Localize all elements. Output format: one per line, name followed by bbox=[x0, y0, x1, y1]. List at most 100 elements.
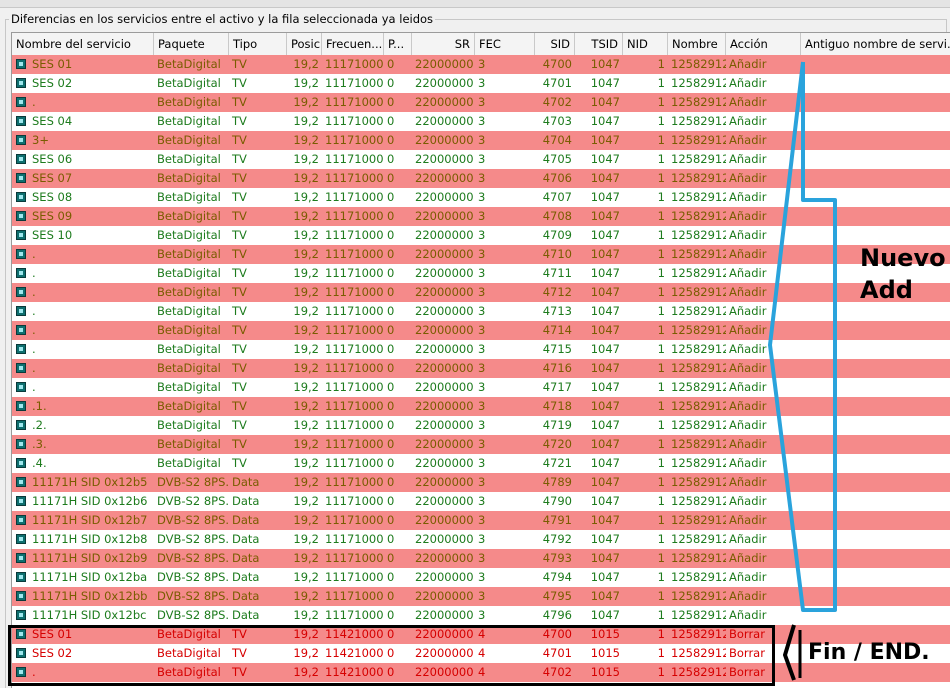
column-header-name[interactable]: Nombre del servicio bbox=[12, 33, 154, 55]
cell-fec: 3 bbox=[478, 171, 486, 185]
cell-fec: 3 bbox=[478, 399, 486, 413]
table-row[interactable]: . BetaDigital TV 19,2 11171000 0 22000000 3 4711… bbox=[12, 264, 950, 283]
table-row[interactable]: SES 10 BetaDigital TV 19,2 11171000 0 22000000… bbox=[12, 226, 950, 245]
cell-pos: 19,2 bbox=[293, 494, 319, 508]
table-row[interactable]: SES 08 BetaDigital TV 19,2 11171000 0 22000000… bbox=[12, 188, 950, 207]
tv-service-icon bbox=[16, 363, 26, 373]
cell-type: TV bbox=[232, 437, 247, 451]
cell-nombre: 12582912 bbox=[671, 114, 726, 128]
table-row[interactable]: SES 02 BetaDigital TV 19,2 11171000 0 22000000… bbox=[12, 74, 950, 93]
cell-pos: 19,2 bbox=[293, 551, 319, 565]
table-row[interactable]: 11171H SID 0x12b6 DVB-S2 8PS... Data 19,2 11… bbox=[12, 492, 950, 511]
cell-type: TV bbox=[232, 266, 247, 280]
table-row[interactable]: SES 07 BetaDigital TV 19,2 11171000 0 22000000… bbox=[12, 169, 950, 188]
cell-sid: 4721 bbox=[542, 456, 572, 470]
table-row[interactable]: . BetaDigital TV 19,2 11171000 0 22000000 3 4715… bbox=[12, 340, 950, 359]
cell-old bbox=[801, 511, 950, 530]
cell-type: TV bbox=[232, 152, 247, 166]
cell-sid: 4703 bbox=[542, 114, 572, 128]
cell-nombre: 12582912 bbox=[671, 190, 726, 204]
cell-type: TV bbox=[232, 418, 247, 432]
table-row[interactable]: . BetaDigital TV 19,2 11171000 0 22000000 3 4702… bbox=[12, 93, 950, 112]
annotation-fin-end: Fin / END. bbox=[808, 640, 930, 665]
cell-sr: 22000000 bbox=[415, 399, 474, 413]
cell-name: SES 04 bbox=[32, 114, 73, 128]
cell-pos: 19,2 bbox=[293, 95, 319, 109]
table-row[interactable]: SES 06 BetaDigital TV 19,2 11171000 0 22000000… bbox=[12, 150, 950, 169]
table-row[interactable]: 11171H SID 0x12ba DVB-S2 8PS... Data 19,2 11… bbox=[12, 568, 950, 587]
column-header-action[interactable]: Acción bbox=[726, 33, 801, 55]
cell-pos: 19,2 bbox=[293, 532, 319, 546]
table-row[interactable]: . BetaDigital TV 19,2 11171000 0 22000000 3 4716… bbox=[12, 359, 950, 378]
cell-pkg: BetaDigital bbox=[157, 380, 221, 394]
cell-type: TV bbox=[232, 399, 247, 413]
tv-service-icon bbox=[16, 78, 26, 88]
services-grid[interactable]: Nombre del servicioPaqueteTipoPosici...F… bbox=[11, 32, 950, 688]
table-row[interactable]: SES 04 BetaDigital TV 19,2 11171000 0 22000000… bbox=[12, 112, 950, 131]
table-row[interactable]: . BetaDigital TV 19,2 11171000 0 22000000 3 4712… bbox=[12, 283, 950, 302]
cell-name: .3. bbox=[32, 437, 47, 451]
cell-nombre: 12582912 bbox=[671, 361, 726, 375]
cell-fec: 3 bbox=[478, 209, 486, 223]
table-row[interactable]: . BetaDigital TV 19,2 11171000 0 22000000 3 4717… bbox=[12, 378, 950, 397]
cell-action: Añadir bbox=[729, 152, 767, 166]
cell-nid: 1 bbox=[657, 494, 665, 508]
table-row[interactable]: . BetaDigital TV 19,2 11171000 0 22000000 3 4710… bbox=[12, 245, 950, 264]
cell-name: . bbox=[32, 285, 36, 299]
column-header-fec[interactable]: FEC bbox=[475, 33, 535, 55]
cell-sid: 4706 bbox=[542, 171, 572, 185]
table-row[interactable]: SES 09 BetaDigital TV 19,2 11171000 0 22000000… bbox=[12, 207, 950, 226]
cell-freq: 11171000 bbox=[325, 171, 384, 185]
cell-name: 11171H SID 0x12b5 bbox=[32, 475, 148, 489]
column-header-p[interactable]: P... bbox=[384, 33, 412, 55]
table-row[interactable]: .3. BetaDigital TV 19,2 11171000 0 22000000 3 47… bbox=[12, 435, 950, 454]
cell-p: 0 bbox=[387, 342, 395, 356]
column-header-type[interactable]: Tipo bbox=[229, 33, 287, 55]
table-row[interactable]: . BetaDigital TV 19,2 11171000 0 22000000 3 4713… bbox=[12, 302, 950, 321]
column-header-sr[interactable]: SR bbox=[412, 33, 475, 55]
cell-name: .2. bbox=[32, 418, 47, 432]
cell-sid: 4704 bbox=[542, 133, 572, 147]
cell-pkg: BetaDigital bbox=[157, 228, 221, 242]
cell-pos: 19,2 bbox=[293, 456, 319, 470]
cell-sid: 4711 bbox=[542, 266, 572, 280]
table-row[interactable]: 11171H SID 0x12b8 DVB-S2 8PS... Data 19,2 11… bbox=[12, 530, 950, 549]
column-header-freq[interactable]: Frecuen... bbox=[322, 33, 384, 55]
cell-tsid: 1047 bbox=[590, 456, 620, 470]
cell-name: . bbox=[32, 342, 36, 356]
cell-sid: 4705 bbox=[542, 152, 572, 166]
cell-freq: 11171000 bbox=[325, 247, 384, 261]
cell-nombre: 12582912 bbox=[671, 247, 726, 261]
cell-tsid: 1047 bbox=[590, 608, 620, 622]
table-row[interactable]: 11171H SID 0x12bc DVB-S2 8PS... Data 19,2 11… bbox=[12, 606, 950, 625]
tv-service-icon bbox=[16, 306, 26, 316]
cell-p: 0 bbox=[387, 418, 395, 432]
cell-tsid: 1047 bbox=[590, 171, 620, 185]
table-row[interactable]: 3+ BetaDigital TV 19,2 11171000 0 22000000 3 470… bbox=[12, 131, 950, 150]
cell-nid: 1 bbox=[657, 190, 665, 204]
cell-type: TV bbox=[232, 342, 247, 356]
cell-name: . bbox=[32, 304, 36, 318]
table-row[interactable]: SES 01 BetaDigital TV 19,2 11171000 0 22000000… bbox=[12, 55, 950, 74]
table-row[interactable]: .4. BetaDigital TV 19,2 11171000 0 22000000 3 47… bbox=[12, 454, 950, 473]
column-header-pos[interactable]: Posici... bbox=[287, 33, 322, 55]
cell-nid: 1 bbox=[657, 513, 665, 527]
table-row[interactable]: 11171H SID 0x12bb DVB-S2 8PS... Data 19,2 11… bbox=[12, 587, 950, 606]
table-row[interactable]: 11171H SID 0x12b7 DVB-S2 8PS... Data 19,2 11… bbox=[12, 511, 950, 530]
column-header-nombre[interactable]: Nombre bbox=[668, 33, 726, 55]
cell-old bbox=[801, 74, 950, 93]
cell-nid: 1 bbox=[657, 570, 665, 584]
table-row[interactable]: .1. BetaDigital TV 19,2 11171000 0 22000000 3 47… bbox=[12, 397, 950, 416]
table-row[interactable]: 11171H SID 0x12b5 DVB-S2 8PS... Data 19,2 11… bbox=[12, 473, 950, 492]
table-row[interactable]: .2. BetaDigital TV 19,2 11171000 0 22000000 3 47… bbox=[12, 416, 950, 435]
column-header-nid[interactable]: NID bbox=[623, 33, 668, 55]
cell-nid: 1 bbox=[657, 418, 665, 432]
column-header-old[interactable]: Antiguo nombre de servi... bbox=[801, 33, 950, 55]
column-header-sid[interactable]: SID bbox=[535, 33, 575, 55]
table-row[interactable]: . BetaDigital TV 19,2 11171000 0 22000000 3 4714… bbox=[12, 321, 950, 340]
cell-fec: 3 bbox=[478, 456, 486, 470]
tv-service-icon bbox=[16, 173, 26, 183]
column-header-pkg[interactable]: Paquete bbox=[154, 33, 229, 55]
column-header-tsid[interactable]: TSID bbox=[575, 33, 623, 55]
table-row[interactable]: 11171H SID 0x12b9 DVB-S2 8PS... Data 19,2 11… bbox=[12, 549, 950, 568]
